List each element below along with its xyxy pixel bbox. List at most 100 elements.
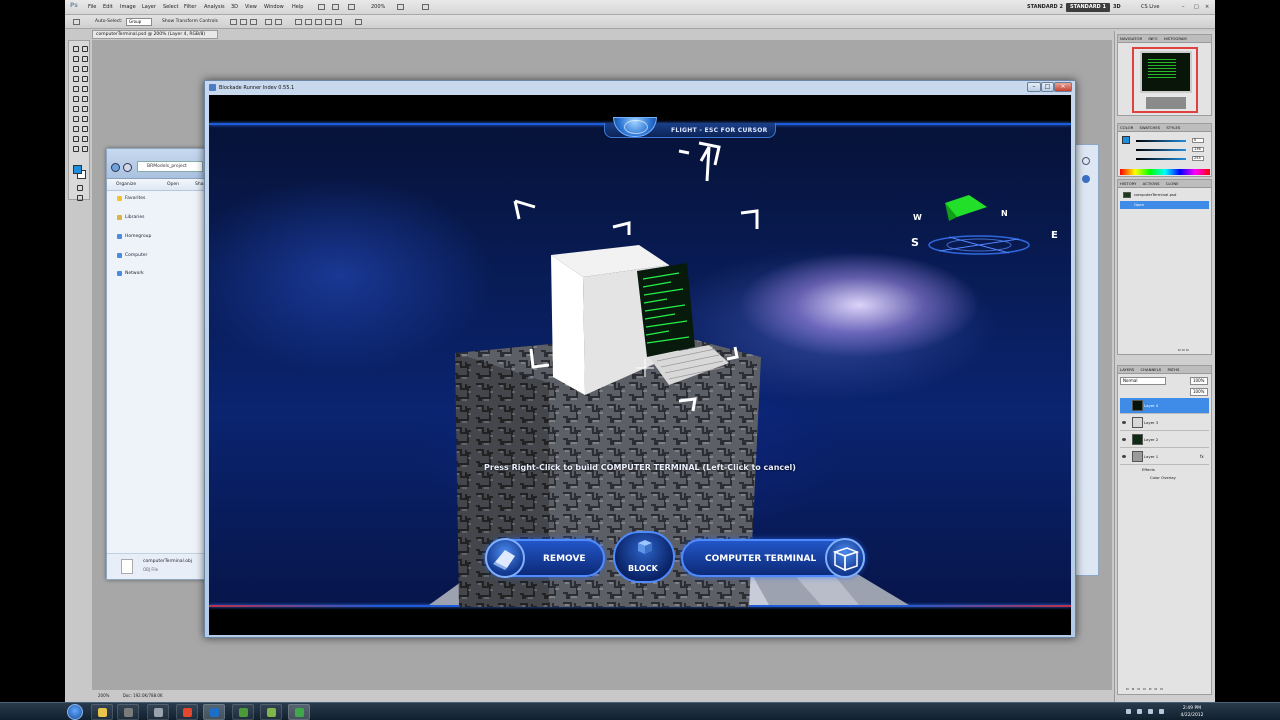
effect-color-overlay[interactable]: Color Overlay bbox=[1120, 474, 1209, 482]
menu-help[interactable]: Help bbox=[292, 4, 303, 10]
game-viewport[interactable]: W N S E FLIGHT - ESC FOR CURSOR Press Ri… bbox=[209, 95, 1071, 635]
computer-terminal-button[interactable]: COMPUTER TERMINAL bbox=[681, 538, 865, 578]
layers-panel-tabs[interactable]: LAYERS CHANNELS PATHS bbox=[1118, 366, 1211, 374]
menu-window[interactable]: Window bbox=[264, 4, 284, 10]
nav-network[interactable]: Network bbox=[117, 271, 144, 276]
menu-edit[interactable]: Edit bbox=[103, 4, 113, 10]
screen-mode-icon[interactable] bbox=[422, 4, 429, 10]
3d-rotate-tool-icon[interactable] bbox=[71, 134, 79, 142]
layer-row[interactable]: Layer 2 bbox=[1120, 432, 1209, 448]
blur-tool-icon[interactable] bbox=[71, 104, 79, 112]
menu-select[interactable]: Select bbox=[163, 4, 178, 10]
align-middle-icon[interactable] bbox=[240, 19, 247, 25]
layer-row[interactable]: Layer 4 bbox=[1120, 398, 1209, 414]
help-icon[interactable] bbox=[1082, 175, 1090, 183]
start-button[interactable] bbox=[67, 704, 83, 720]
tab-color[interactable]: COLOR bbox=[1120, 125, 1133, 130]
block-button[interactable]: BLOCK bbox=[613, 531, 675, 583]
lasso-tool-icon[interactable] bbox=[71, 54, 79, 62]
marquee-tool-icon[interactable] bbox=[80, 44, 88, 52]
align-bottom-icon[interactable] bbox=[250, 19, 257, 25]
path-selection-tool-icon[interactable] bbox=[71, 124, 79, 132]
history-snapshot[interactable]: computerTerminal.psd bbox=[1120, 191, 1209, 199]
navigator-thumbnail[interactable] bbox=[1132, 47, 1198, 113]
history-footer-icons[interactable]: ▫ ▫ ▫ bbox=[1178, 347, 1208, 353]
window-minimize[interactable]: – bbox=[1182, 4, 1185, 10]
tray-arrow-icon[interactable] bbox=[1126, 709, 1131, 714]
3d-orbit-tool-icon[interactable] bbox=[80, 134, 88, 142]
cs-live[interactable]: CS Live bbox=[1137, 3, 1163, 12]
tab-layers[interactable]: LAYERS bbox=[1120, 367, 1134, 372]
menu-layer[interactable]: Layer bbox=[142, 4, 156, 10]
type-tool-icon[interactable] bbox=[80, 114, 88, 122]
arrange-docs-icon[interactable] bbox=[397, 4, 404, 10]
eye-icon[interactable] bbox=[1122, 455, 1126, 458]
layers-footer-icons[interactable]: ▫▫▫▫▫▫▫ bbox=[1126, 686, 1210, 692]
show-transform-controls[interactable]: Show Transform Controls bbox=[162, 19, 218, 24]
hand-tool-icon[interactable] bbox=[71, 144, 79, 152]
eye-icon[interactable] bbox=[1122, 421, 1126, 424]
taskbar-app-notepad[interactable] bbox=[260, 704, 282, 720]
eyedropper-tool-icon[interactable] bbox=[80, 64, 88, 72]
eraser-tool-icon[interactable] bbox=[71, 94, 79, 102]
tab-histogram[interactable]: HISTOGRAM bbox=[1164, 36, 1187, 41]
taskbar-blockade-runner[interactable] bbox=[288, 704, 310, 720]
blend-mode-select[interactable]: Normal bbox=[1120, 377, 1166, 385]
color-spectrum[interactable] bbox=[1120, 169, 1210, 175]
maximize-button[interactable]: □ bbox=[1041, 82, 1054, 92]
quick-mask-icon[interactable] bbox=[75, 183, 83, 191]
minimize-button[interactable]: – bbox=[1027, 82, 1041, 92]
tray-volume-icon[interactable] bbox=[1159, 709, 1164, 714]
align-left-icon[interactable] bbox=[265, 19, 272, 25]
fx-icon[interactable]: fx bbox=[1200, 449, 1204, 465]
pen-tool-icon[interactable] bbox=[71, 114, 79, 122]
taskbar-explorer[interactable] bbox=[91, 704, 113, 720]
navigator-panel-tabs[interactable]: NAVIGATOR INFO HISTOGRAM bbox=[1118, 35, 1211, 43]
menu-analysis[interactable]: Analysis bbox=[204, 4, 225, 10]
tab-navigator[interactable]: NAVIGATOR bbox=[1120, 36, 1142, 41]
workspace-standard-2[interactable]: STANDARD 2 bbox=[1023, 3, 1067, 12]
workspace-3d[interactable]: 3D bbox=[1109, 3, 1125, 12]
color-panel-tabs[interactable]: COLOR SWATCHES STYLES bbox=[1118, 124, 1211, 132]
menu-3d[interactable]: 3D bbox=[231, 4, 238, 10]
tab-actions[interactable]: ACTIONS bbox=[1143, 181, 1160, 186]
organize-button[interactable]: Organize bbox=[116, 182, 136, 187]
window-close[interactable]: × bbox=[1205, 4, 1209, 10]
minibridge-icon[interactable] bbox=[332, 4, 339, 10]
eye-icon[interactable] bbox=[1122, 438, 1126, 441]
nav-computer[interactable]: Computer bbox=[117, 253, 147, 258]
align-center-icon[interactable] bbox=[275, 19, 282, 25]
taskbar-chrome[interactable] bbox=[176, 704, 198, 720]
screen-mode-icon[interactable] bbox=[75, 193, 83, 201]
green-slider[interactable] bbox=[1136, 149, 1186, 151]
dodge-tool-icon[interactable] bbox=[80, 104, 88, 112]
taskbar-app-steam[interactable] bbox=[117, 704, 139, 720]
back-button[interactable] bbox=[111, 163, 120, 172]
history-brush-tool-icon[interactable] bbox=[80, 84, 88, 92]
distribute-left-icon[interactable] bbox=[325, 19, 332, 25]
zoom-tool-icon[interactable] bbox=[80, 144, 88, 152]
bridge-icon[interactable] bbox=[318, 4, 325, 10]
nav-favorites[interactable]: Favorites bbox=[117, 196, 145, 201]
history-panel-tabs[interactable]: HISTORY ACTIONS CLONE bbox=[1118, 180, 1211, 188]
tab-paths[interactable]: PATHS bbox=[1167, 367, 1179, 372]
align-top-icon[interactable] bbox=[230, 19, 237, 25]
red-value[interactable]: 0 bbox=[1192, 138, 1204, 143]
clone-stamp-tool-icon[interactable] bbox=[71, 84, 79, 92]
menu-file[interactable]: File bbox=[88, 4, 96, 10]
hand-tool-icon[interactable] bbox=[348, 4, 355, 10]
effects-row[interactable]: Effects bbox=[1120, 466, 1209, 474]
green-value[interactable]: 136 bbox=[1192, 147, 1204, 152]
zoom-level[interactable]: 200% bbox=[371, 4, 385, 10]
foreground-color-swatch[interactable] bbox=[73, 165, 82, 174]
fill-field[interactable]: 100% bbox=[1190, 388, 1208, 396]
open-button[interactable]: Open bbox=[167, 182, 179, 187]
clock[interactable]: 2:49 PM 4/22/2012 bbox=[1172, 705, 1212, 719]
red-slider[interactable] bbox=[1136, 140, 1186, 142]
close-button[interactable]: × bbox=[1054, 82, 1072, 92]
layer-row[interactable]: Layer 1 fx bbox=[1120, 449, 1209, 465]
nav-homegroup[interactable]: Homegroup bbox=[117, 234, 151, 239]
move-tool-icon[interactable] bbox=[71, 44, 79, 52]
game-titlebar[interactable]: Blockade Runner Indev 0.55.1 – □ × bbox=[205, 81, 1075, 95]
tab-channels[interactable]: CHANNELS bbox=[1141, 367, 1162, 372]
